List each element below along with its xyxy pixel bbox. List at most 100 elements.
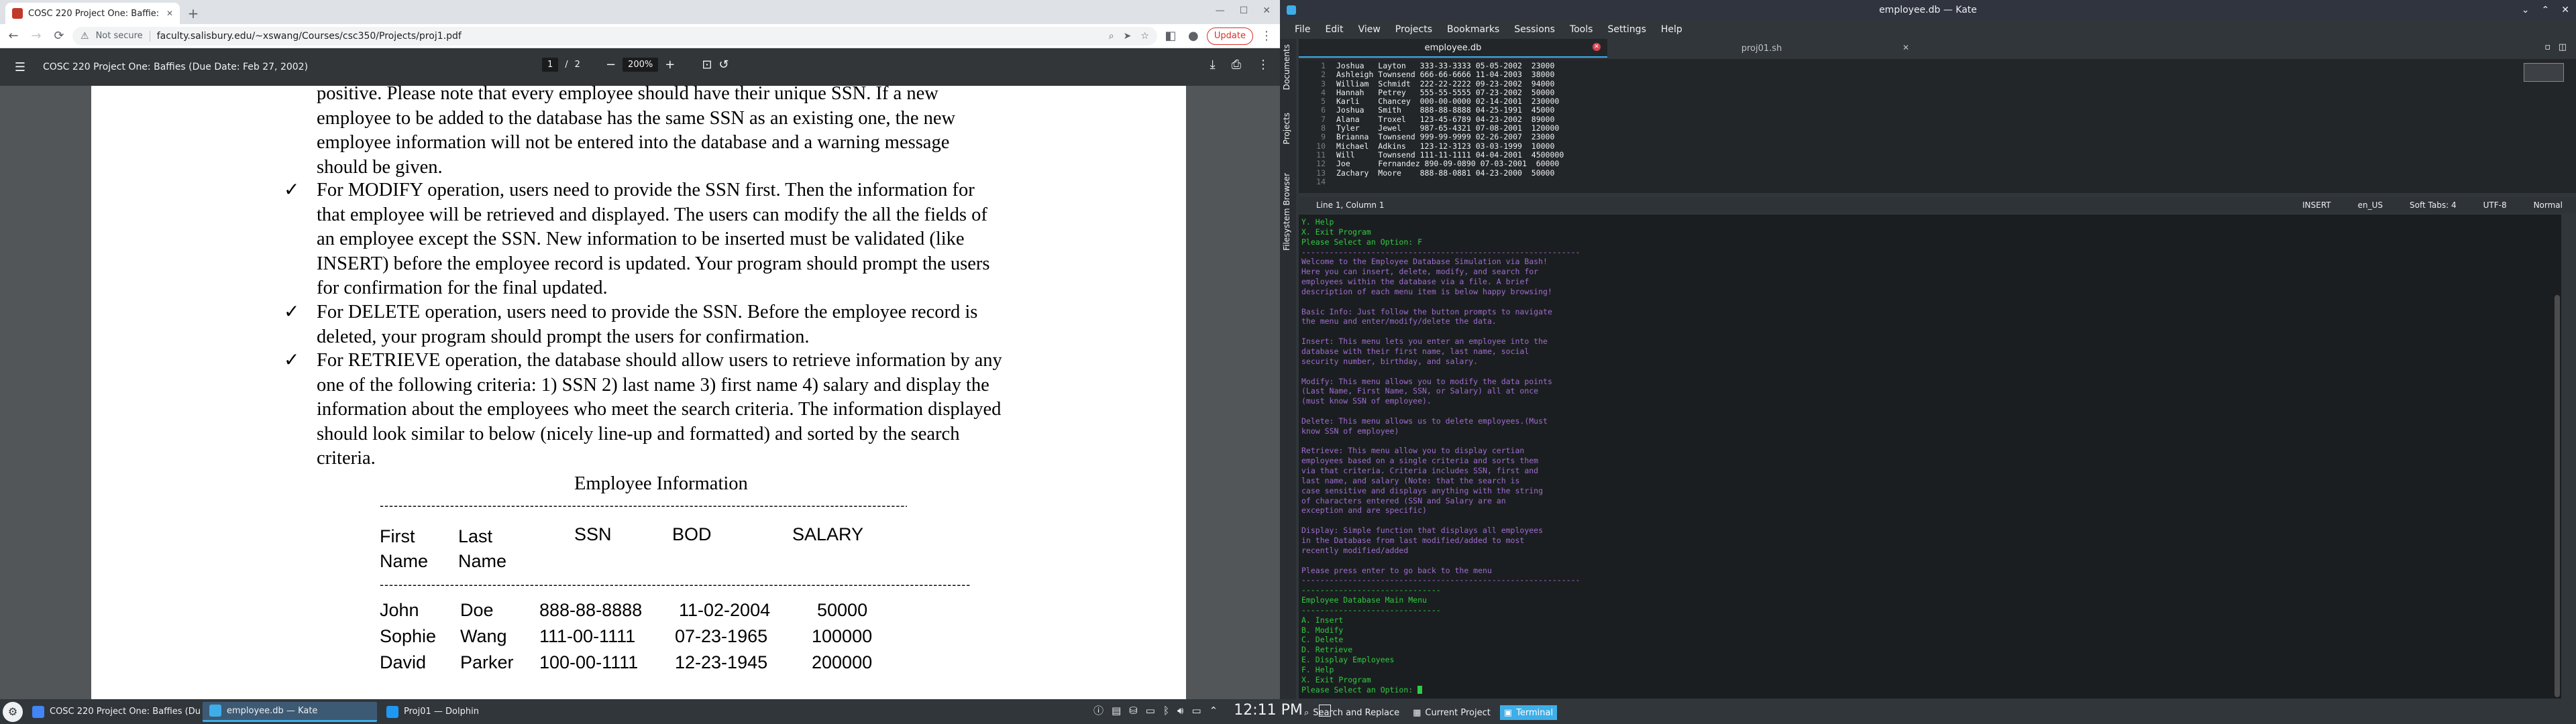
more-icon[interactable]: ⋮ (1257, 58, 1269, 72)
menu-sessions[interactable]: Sessions (1514, 24, 1555, 35)
info-icon[interactable]: ⓘ (1093, 703, 1104, 717)
bluetooth-icon[interactable]: ᛒ (1163, 705, 1169, 717)
menu-bookmarks[interactable]: Bookmarks (1447, 24, 1499, 35)
security-label: Not secure (95, 31, 143, 41)
line-number: 12 (1316, 159, 1326, 169)
indentation[interactable]: Soft Tabs: 4 (2410, 200, 2457, 210)
tab-strip: COSC 220 Project One: Baffie: ✕ + — ☐ ✕ (0, 0, 1280, 24)
back-icon[interactable]: ← (4, 27, 23, 46)
tab-close-icon[interactable]: ✕ (1593, 43, 1601, 51)
terminal-scrollbar[interactable] (2555, 295, 2560, 697)
task-dolphin[interactable]: Proj01 — Dolphin (380, 702, 554, 722)
forward-icon[interactable]: → (27, 27, 46, 46)
clock[interactable]: 12:11 PM (1234, 702, 1303, 719)
tab-terminal[interactable]: ▣ Terminal (1499, 705, 1558, 720)
zoom-icon[interactable]: ⌕ (1109, 31, 1114, 42)
close-icon[interactable]: ✕ (2561, 0, 2569, 20)
menu-settings[interactable]: Settings (1607, 24, 1646, 35)
maximize-icon[interactable]: ☐ (1240, 5, 1248, 16)
share-icon[interactable]: ➤ (1124, 31, 1132, 42)
display-icon[interactable]: ▭ (1146, 705, 1155, 717)
code-editor[interactable]: 1 2 3 4 5 6 7 8 9 10 11 12 13 14 Joshua Layton 333-33… (1299, 59, 2576, 193)
split-view-icon[interactable]: ◫ (2559, 42, 2567, 52)
sidebar-tab-projects[interactable]: Projects (1282, 113, 1291, 144)
volume-icon[interactable]: 🔊︎ (1177, 705, 1183, 717)
bookmark-star-icon[interactable]: ☆ (1140, 31, 1149, 42)
page-number-input[interactable]: 1 (542, 58, 559, 72)
pdf-favicon-icon (12, 8, 23, 19)
table-title: Employee Information (574, 473, 748, 494)
minimize-icon[interactable]: — (1216, 5, 1225, 16)
task-chrome[interactable]: COSC 220 Project One: Baffies (Du... (25, 702, 200, 722)
rotate-icon[interactable]: ↺ (718, 58, 729, 72)
terminal-output[interactable]: Y. Help X. Exit Program Please Select an O… (1301, 217, 1580, 695)
update-button[interactable]: Update (1206, 27, 1253, 45)
terminal-line: the menu and enter/modify/delete the dat… (1301, 316, 1497, 326)
menu-file[interactable]: File (1295, 24, 1310, 35)
cell-ssn: 100-00-1111 (539, 652, 639, 672)
fit-page-icon[interactable]: ⊡ (702, 58, 712, 72)
header-ssn: SSN (574, 524, 612, 544)
header-last: Last Name (458, 526, 507, 571)
code-line: Joshua Layton 333-33-3333 05-05-2002 230… (1336, 61, 1555, 70)
menu-kebab-icon[interactable]: ⋮ (1257, 27, 1276, 46)
zoom-in-icon[interactable]: + (665, 58, 675, 72)
sidebar-tab-filesystem[interactable]: Filesystem Browser (1282, 173, 1291, 251)
minimap[interactable] (2524, 63, 2564, 82)
syntax-mode[interactable]: Normal (2534, 200, 2563, 210)
bullet-retrieve: ✓ For RETRIEVE operation, the database s… (284, 349, 1002, 471)
reload-icon[interactable]: ⟳ (50, 27, 68, 46)
menu-tools[interactable]: Tools (1570, 24, 1593, 35)
tab-employee-db[interactable]: employee.db ✕ (1299, 39, 1607, 58)
task-kate[interactable]: employee.db — Kate (203, 701, 377, 722)
editor-text[interactable]: Joshua Layton 333-33-3333 05-05-2002 230… (1336, 61, 1564, 186)
network-icon[interactable]: ▭ (1191, 705, 1201, 717)
bullet-modify: ✓ For MODIFY operation, users need to pr… (284, 178, 989, 301)
close-icon[interactable]: ✕ (1263, 5, 1271, 16)
pdf-viewport[interactable]: positive. Please note that every employe… (0, 86, 1280, 699)
not-secure-icon: ⚠ (80, 30, 89, 42)
clipboard-icon[interactable]: ▤ (1112, 705, 1121, 717)
app-launcher-icon[interactable]: ⚙ (3, 701, 23, 722)
download-icon[interactable]: ⤓ (1210, 58, 1216, 72)
tab-close-icon[interactable]: ✕ (1902, 43, 1909, 52)
cell-salary: 50000 (817, 600, 868, 620)
terminal-cursor (1417, 686, 1423, 695)
zoom-input[interactable]: 200% (623, 58, 659, 72)
address-bar[interactable]: ⚠ Not secure faculty.salisbury.edu/~xswa… (72, 26, 1157, 46)
text-line: information about the employees who meet… (317, 399, 1002, 420)
line-number: 6 (1321, 105, 1326, 115)
terminal-line: Retrieve: This menu allow you to display… (1301, 446, 1525, 456)
new-document-icon[interactable]: ▫ (2544, 42, 2551, 52)
maximize-icon[interactable]: ⌃ (2542, 0, 2550, 20)
minimize-icon[interactable]: ⌄ (2522, 0, 2530, 20)
tab-current-project[interactable]: ▦ Current Project (1409, 705, 1495, 720)
tab-search-replace[interactable]: ⌕ Search and Replace (1300, 705, 1403, 720)
tray-expand-icon[interactable]: ⌃ (1210, 705, 1218, 717)
menu-help[interactable]: Help (1661, 24, 1682, 35)
line-number: 7 (1321, 114, 1326, 124)
storage-icon[interactable]: ⛁ (1129, 705, 1138, 717)
dictionary[interactable]: en_US (2358, 200, 2383, 210)
profile-avatar-icon[interactable]: ● (1184, 27, 1203, 46)
extensions-icon[interactable]: ◧ (1161, 27, 1180, 46)
sidebar-tab-documents[interactable]: Documents (1282, 44, 1291, 90)
terminal-line: Welcome to the Employee Database Simulat… (1301, 257, 1548, 267)
menu-edit[interactable]: Edit (1325, 24, 1343, 35)
terminal-panel[interactable]: Y. Help X. Exit Program Please Select an O… (1299, 215, 2561, 699)
browser-tab[interactable]: COSC 220 Project One: Baffie: ✕ (5, 3, 180, 24)
input-mode[interactable]: INSERT (2302, 200, 2331, 210)
encoding[interactable]: UTF-8 (2483, 200, 2507, 210)
menu-view[interactable]: View (1358, 24, 1381, 35)
cursor-position[interactable]: Line 1, Column 1 (1316, 200, 1385, 210)
pdf-menu-icon[interactable]: ☰ (11, 58, 30, 76)
tab-close-icon[interactable]: ✕ (166, 9, 173, 18)
kate-bottom-tabs: ⌕ Search and Replace ▦ Current Project ▣ Te… (1300, 705, 1558, 720)
tab-proj01-sh[interactable]: proj01.sh ✕ (1607, 39, 1916, 58)
zoom-out-icon[interactable]: − (606, 58, 616, 72)
new-tab-button[interactable]: + (185, 5, 201, 21)
print-icon[interactable]: ⎙ (1232, 58, 1241, 72)
menu-projects[interactable]: Projects (1395, 24, 1432, 35)
cell-last: Doe (460, 600, 494, 620)
terminal-line: B. Modify (1301, 625, 1344, 635)
